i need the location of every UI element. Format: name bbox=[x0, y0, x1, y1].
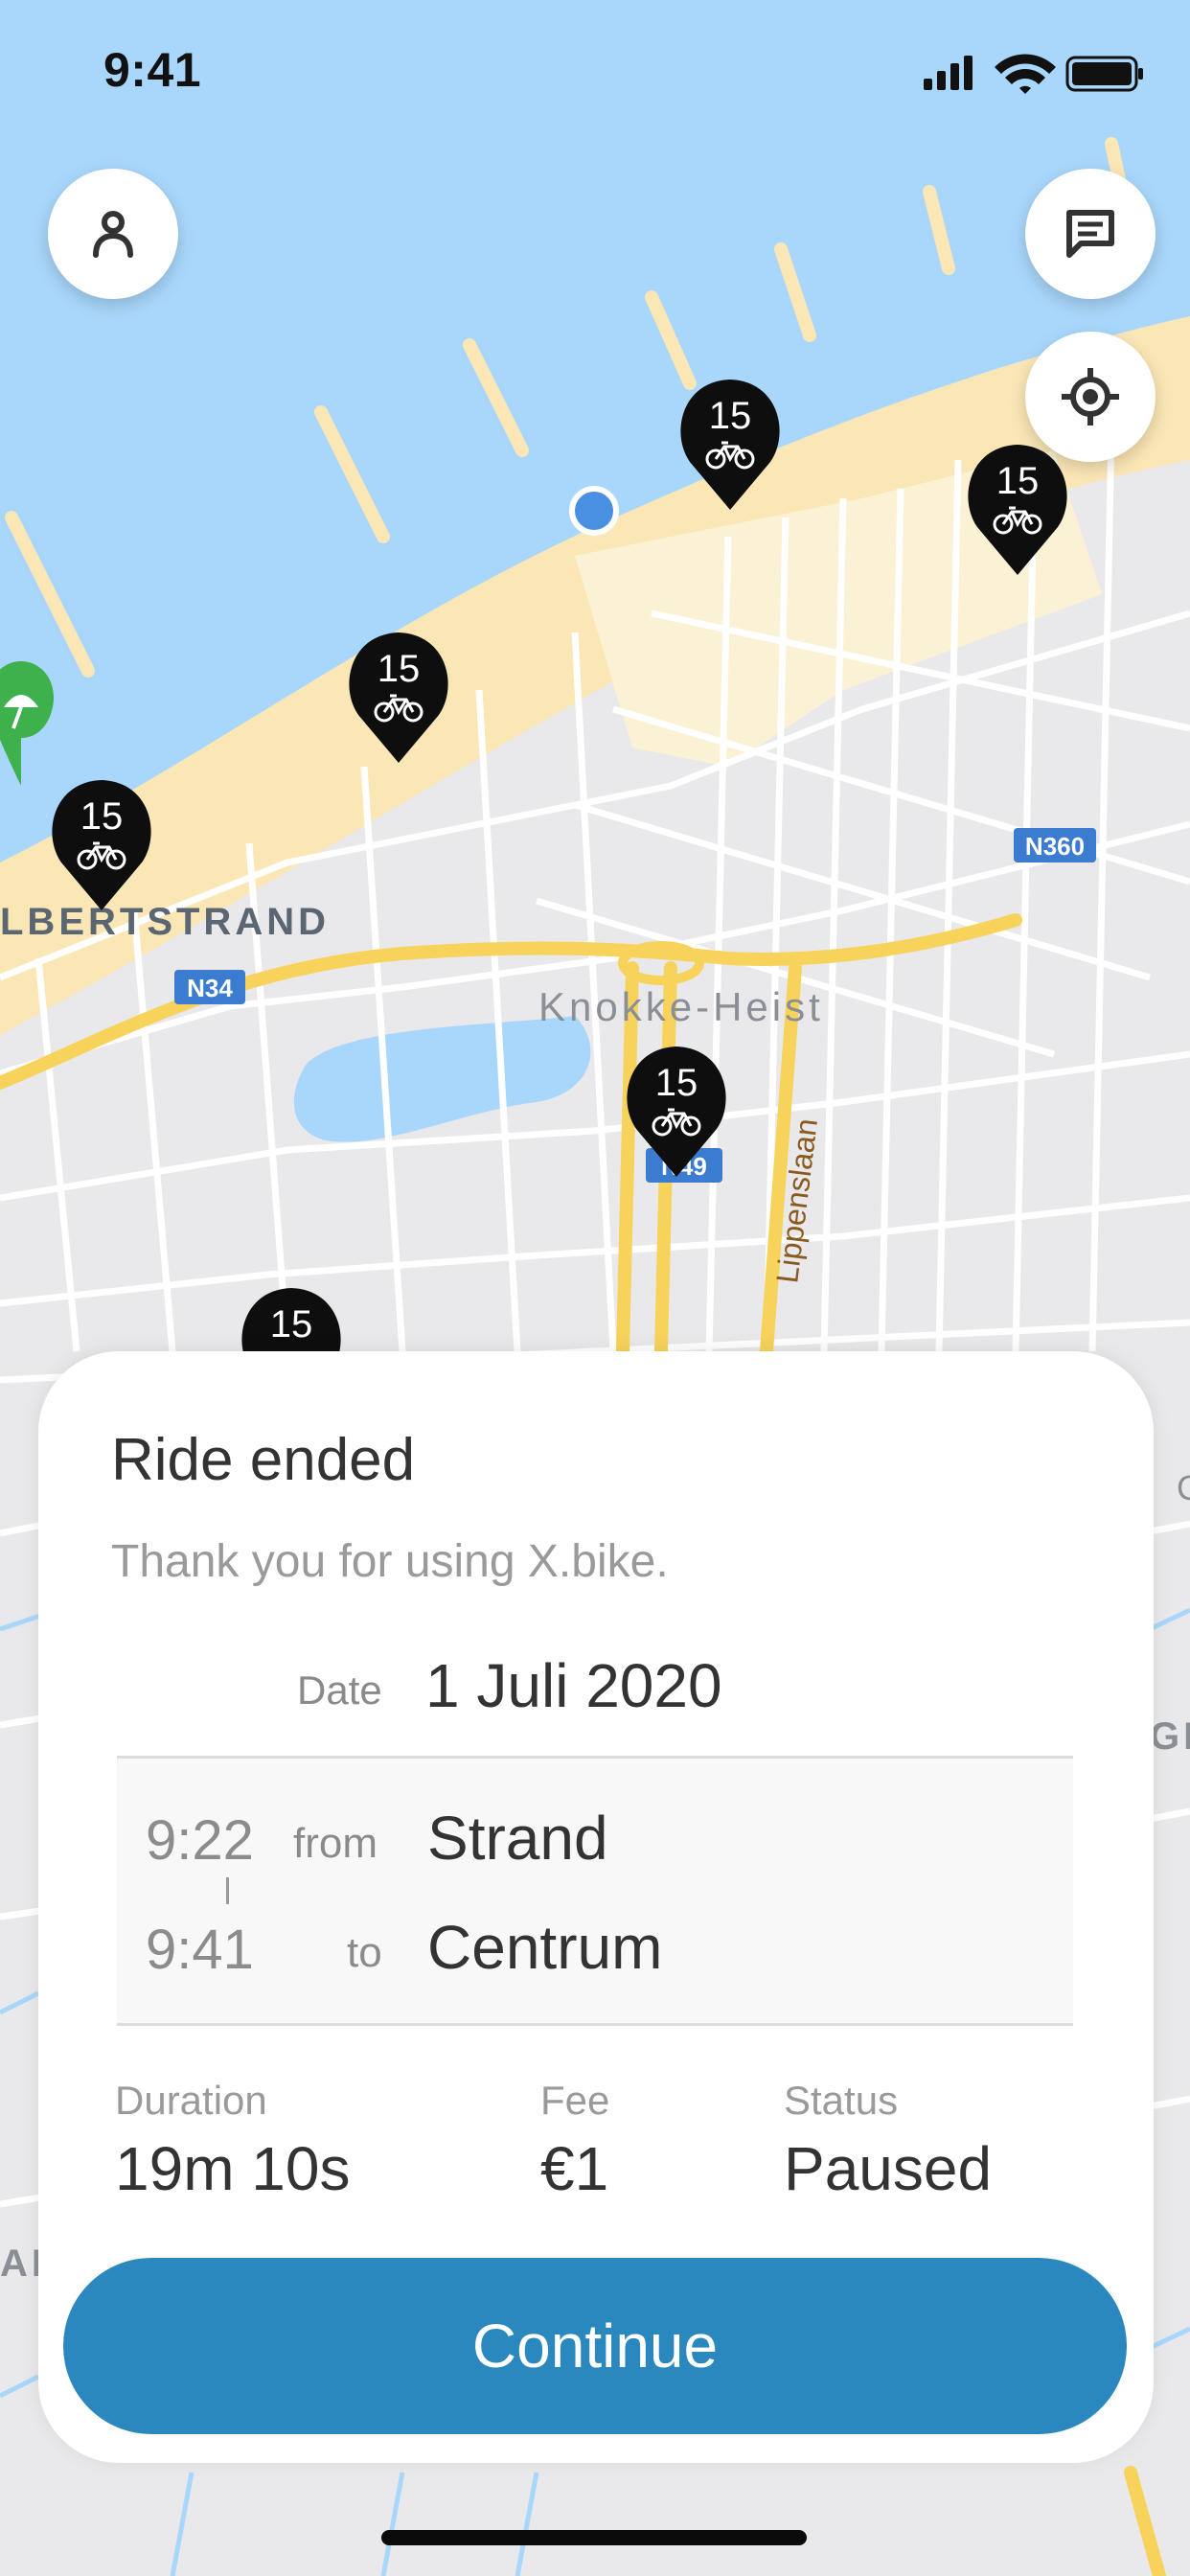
map-label-city: Knokke-Heist bbox=[538, 984, 824, 1029]
status-bar-icons bbox=[924, 54, 1143, 94]
bike-icon bbox=[652, 1108, 701, 1137]
wifi-icon bbox=[995, 54, 1056, 94]
route-connector bbox=[226, 1877, 229, 1904]
profile-button[interactable] bbox=[48, 169, 178, 299]
bike-count: 15 bbox=[995, 460, 1040, 502]
bike-marker[interactable]: 15 bbox=[345, 629, 452, 763]
ride-summary-subtitle: Thank you for using X.bike. bbox=[111, 1536, 669, 1587]
duration-value: 19m 10s bbox=[115, 2134, 351, 2203]
road-label-n34: N34 bbox=[187, 974, 233, 1002]
continue-button[interactable]: Continue bbox=[63, 2258, 1127, 2434]
bike-marker[interactable]: 15 bbox=[623, 1043, 730, 1177]
bike-marker[interactable]: 15 bbox=[48, 776, 155, 910]
bike-marker[interactable]: 15 bbox=[964, 441, 1071, 575]
fee-value: €1 bbox=[540, 2134, 609, 2203]
ride-summary-sheet: Ride ended Thank you for using X.bike. D… bbox=[38, 1351, 1154, 2463]
status-bar-time: 9:41 bbox=[103, 43, 202, 97]
bike-count: 15 bbox=[80, 795, 124, 838]
person-icon bbox=[93, 211, 133, 258]
status-value: Paused bbox=[784, 2134, 993, 2203]
map-label-edge-ge: GE bbox=[1150, 1715, 1190, 1758]
locate-icon bbox=[1062, 368, 1119, 426]
from-place: Strand bbox=[427, 1804, 608, 1873]
bike-icon bbox=[705, 441, 755, 470]
chat-button[interactable] bbox=[1025, 169, 1156, 299]
fee-label: Fee bbox=[540, 2078, 610, 2123]
route-details: 9:22 from Strand 9:41 to Centrum bbox=[117, 1756, 1073, 2026]
bike-count: 15 bbox=[654, 1062, 698, 1104]
date-value: 1 Juli 2020 bbox=[425, 1651, 722, 1720]
bike-icon bbox=[77, 841, 126, 870]
bike-icon bbox=[993, 506, 1042, 535]
status-label: Status bbox=[784, 2078, 899, 2123]
end-time: 9:41 bbox=[146, 1919, 254, 1981]
start-time: 9:22 bbox=[146, 1809, 254, 1872]
chat-icon bbox=[1066, 210, 1114, 258]
battery-icon bbox=[1065, 56, 1143, 92]
ride-summary-title: Ride ended bbox=[111, 1427, 416, 1493]
cellular-signal-icon bbox=[924, 56, 973, 90]
bike-count: 15 bbox=[269, 1303, 313, 1346]
from-label: from bbox=[293, 1820, 378, 1867]
map-label-edge-g: G bbox=[1177, 1468, 1190, 1507]
bike-marker[interactable]: 15 bbox=[676, 376, 784, 510]
bike-icon bbox=[374, 694, 423, 723]
bike-count: 15 bbox=[708, 395, 752, 437]
duration-label: Duration bbox=[115, 2078, 267, 2123]
to-place: Centrum bbox=[427, 1913, 663, 1982]
home-indicator[interactable] bbox=[381, 2530, 807, 2545]
to-label: to bbox=[347, 1929, 382, 1976]
date-label: Date bbox=[297, 1668, 382, 1713]
road-label-n360: N360 bbox=[1025, 832, 1085, 861]
user-location-dot bbox=[569, 486, 619, 536]
bike-count: 15 bbox=[377, 648, 421, 690]
